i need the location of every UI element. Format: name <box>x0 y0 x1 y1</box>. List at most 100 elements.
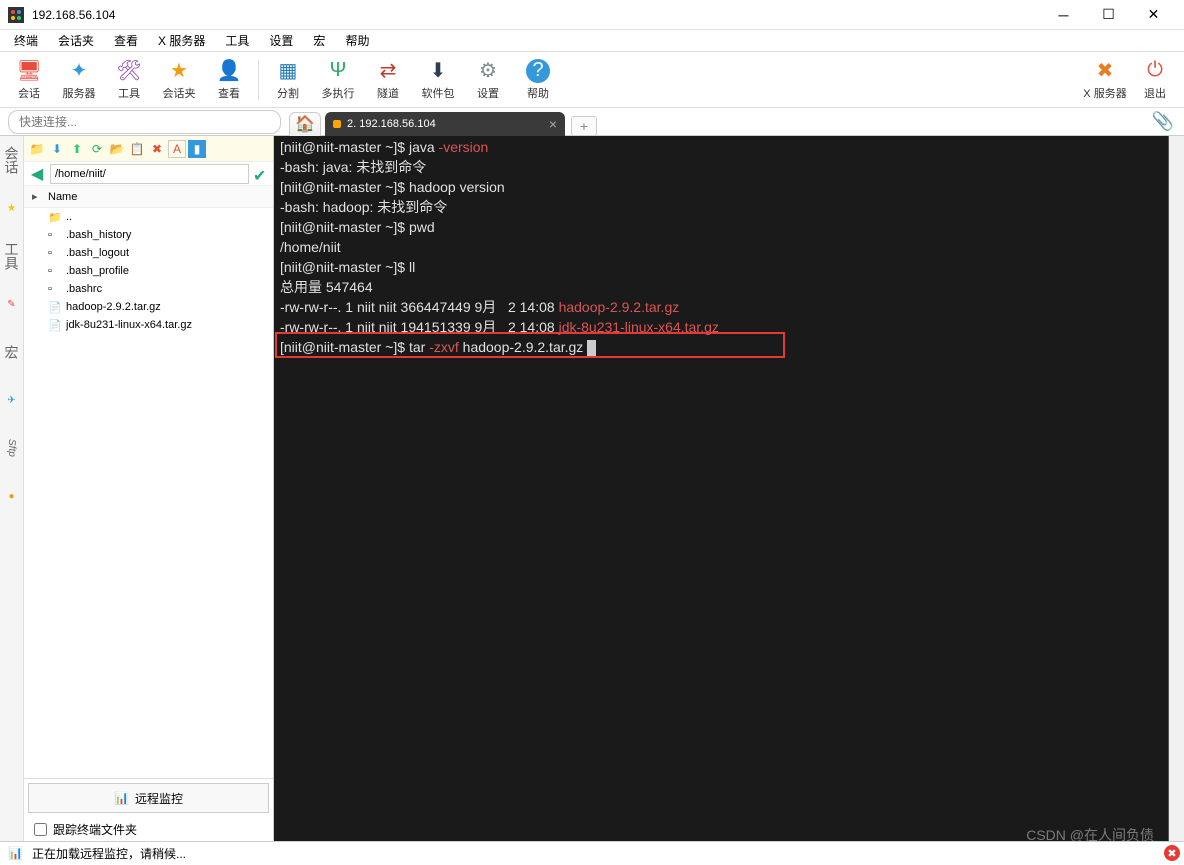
file-name: .bash_history <box>66 229 131 241</box>
sidestrip-sessions[interactable]: 会话 <box>3 140 21 180</box>
tool-session[interactable]: 🖥会话 <box>4 54 54 106</box>
file-icon: 📄 <box>48 319 62 332</box>
packages-icon: ⬇ <box>426 59 450 83</box>
list-item[interactable]: 📄 jdk-8u231-linux-x64.tar.gz <box>24 316 273 334</box>
terminal-scrollbar[interactable] <box>1168 136 1184 841</box>
sidestrip-tools[interactable]: 工具 <box>3 236 21 276</box>
sftp-column-header[interactable]: Name <box>24 186 273 208</box>
sftp-toolbar: 📁 ⬇ ⬆ ⟳ 📂 📋 ✖ A ▮ <box>24 136 273 162</box>
tool-sessionfolder[interactable]: ★会话夹 <box>154 54 204 106</box>
tool-tunnel[interactable]: ⇄隧道 <box>363 54 413 106</box>
server-icon: ✦ <box>67 59 91 83</box>
main-area: 会话 ★ 工具 ✎ 宏 ✈ Sftp ● 📁 ⬇ ⬆ ⟳ 📂 📋 ✖ A ▮ ◀… <box>0 136 1184 841</box>
sidestrip-pen[interactable]: ✎ <box>3 284 21 324</box>
sidestrip-macro[interactable]: 宏 <box>3 332 21 372</box>
tab-bar: 🏠 2. 192.168.56.104 × + <box>289 108 597 136</box>
file-name: jdk-8u231-linux-x64.tar.gz <box>66 319 192 331</box>
tab-close-button[interactable]: × <box>549 116 557 132</box>
terminal[interactable]: [niit@niit-master ~]$ java -version -bas… <box>274 136 1168 841</box>
tool-xserver[interactable]: ✖X 服务器 <box>1080 54 1130 106</box>
sftp-bottom: 📊 远程监控 跟踪终端文件夹 <box>24 778 273 841</box>
tab-active[interactable]: 2. 192.168.56.104 × <box>325 112 565 136</box>
menu-xserver[interactable]: X 服务器 <box>148 30 215 51</box>
xserver-icon: ✖ <box>1093 59 1117 83</box>
titlebar: 192.168.56.104 ─ ☐ ✕ <box>0 0 1184 30</box>
sidestrip-star[interactable]: ★ <box>3 188 21 228</box>
menubar: 终端 会话夹 查看 X 服务器 工具 设置 宏 帮助 <box>0 30 1184 52</box>
sftp-newfolder-icon[interactable]: 📂 <box>108 140 126 158</box>
follow-checkbox[interactable] <box>34 823 47 836</box>
tab-new-button[interactable]: + <box>571 116 597 136</box>
sftp-file-list: 📁..▫.bash_history▫.bash_logout▫.bash_pro… <box>24 208 273 778</box>
sidestrip-dot[interactable]: ● <box>3 476 21 516</box>
sidestrip-plane[interactable]: ✈ <box>3 380 21 420</box>
maximize-button[interactable]: ☐ <box>1086 0 1131 30</box>
sftp-view-a-icon[interactable]: A <box>168 140 186 158</box>
menu-settings[interactable]: 设置 <box>259 30 303 51</box>
tunnel-icon: ⇄ <box>376 59 400 83</box>
tool-server[interactable]: ✦服务器 <box>54 54 104 106</box>
sftp-upload-icon[interactable]: ⬆ <box>68 140 86 158</box>
tool-view[interactable]: 👤查看 <box>204 54 254 106</box>
quick-connect-row: 🏠 2. 192.168.56.104 × + 📎 <box>0 108 1184 136</box>
remote-monitor-button[interactable]: 📊 远程监控 <box>28 783 269 813</box>
list-item[interactable]: ▫.bash_logout <box>24 244 273 262</box>
sidestrip-sftp[interactable]: Sftp <box>3 428 21 468</box>
close-button[interactable]: ✕ <box>1131 0 1176 30</box>
menu-sessions[interactable]: 会话夹 <box>48 30 104 51</box>
follow-terminal-checkbox[interactable]: 跟踪终端文件夹 <box>24 817 273 841</box>
sftp-download-icon[interactable]: ⬇ <box>48 140 66 158</box>
toolbar-separator <box>258 60 259 100</box>
window-title: 192.168.56.104 <box>32 8 1041 22</box>
tool-tools[interactable]: 🛠工具 <box>104 54 154 106</box>
menu-view[interactable]: 查看 <box>104 30 148 51</box>
file-name: hadoop-2.9.2.tar.gz <box>66 301 161 313</box>
tab-label: 2. 192.168.56.104 <box>347 118 436 130</box>
sftp-ok-icon: ✔ <box>253 166 269 182</box>
tool-multiexec[interactable]: Ψ多执行 <box>313 54 363 106</box>
sftp-refresh-icon[interactable]: ⟳ <box>88 140 106 158</box>
tool-split[interactable]: ▦分割 <box>263 54 313 106</box>
tab-home[interactable]: 🏠 <box>289 112 321 136</box>
sftp-path-input[interactable] <box>50 164 249 184</box>
menu-tools[interactable]: 工具 <box>215 30 259 51</box>
file-icon: 📄 <box>48 301 62 314</box>
sftp-nav: ◀ ✔ <box>24 162 273 186</box>
file-name: .. <box>66 211 72 223</box>
help-icon: ? <box>526 59 550 83</box>
menu-macro[interactable]: 宏 <box>303 30 335 51</box>
sftp-copy-icon[interactable]: 📋 <box>128 140 146 158</box>
sftp-folder-icon[interactable]: 📁 <box>28 140 46 158</box>
sftp-delete-icon[interactable]: ✖ <box>148 140 166 158</box>
list-item[interactable]: 📁.. <box>24 208 273 226</box>
status-text: 正在加载远程监控，请稍候... <box>32 845 186 862</box>
terminal-tab-icon <box>333 120 341 128</box>
monitor-icon: 📊 <box>114 791 129 805</box>
tool-help[interactable]: ?帮助 <box>513 54 563 106</box>
list-item[interactable]: ▫ .bash_profile <box>24 262 273 280</box>
quick-connect-input[interactable] <box>8 110 281 134</box>
file-icon: ▫ <box>48 283 62 295</box>
sftp-back-button[interactable]: ◀ <box>28 165 46 183</box>
home-icon: 🏠 <box>295 114 315 134</box>
attachment-icon[interactable]: 📎 <box>1152 111 1174 132</box>
sftp-view-b-icon[interactable]: ▮ <box>188 140 206 158</box>
file-name: .bash_profile <box>66 265 129 277</box>
minimize-button[interactable]: ─ <box>1041 0 1086 30</box>
list-item[interactable]: ▫.bash_history <box>24 226 273 244</box>
side-strip: 会话 ★ 工具 ✎ 宏 ✈ Sftp ● <box>0 136 24 841</box>
toolbar: 🖥会话 ✦服务器 🛠工具 ★会话夹 👤查看 ▦分割 Ψ多执行 ⇄隧道 ⬇软件包 … <box>0 52 1184 108</box>
tool-packages[interactable]: ⬇软件包 <box>413 54 463 106</box>
tools-icon: 🛠 <box>117 59 141 83</box>
multiexec-icon: Ψ <box>326 59 350 83</box>
file-name: .bash_logout <box>66 247 129 259</box>
app-icon <box>8 7 24 23</box>
tool-exit[interactable]: ⏻退出 <box>1130 54 1180 106</box>
exit-icon: ⏻ <box>1143 59 1167 83</box>
menu-terminal[interactable]: 终端 <box>4 30 48 51</box>
menu-help[interactable]: 帮助 <box>335 30 379 51</box>
tool-settings[interactable]: ⚙设置 <box>463 54 513 106</box>
list-item[interactable]: 📄 hadoop-2.9.2.tar.gz <box>24 298 273 316</box>
file-icon: ▫ <box>48 265 62 277</box>
list-item[interactable]: ▫.bashrc <box>24 280 273 298</box>
